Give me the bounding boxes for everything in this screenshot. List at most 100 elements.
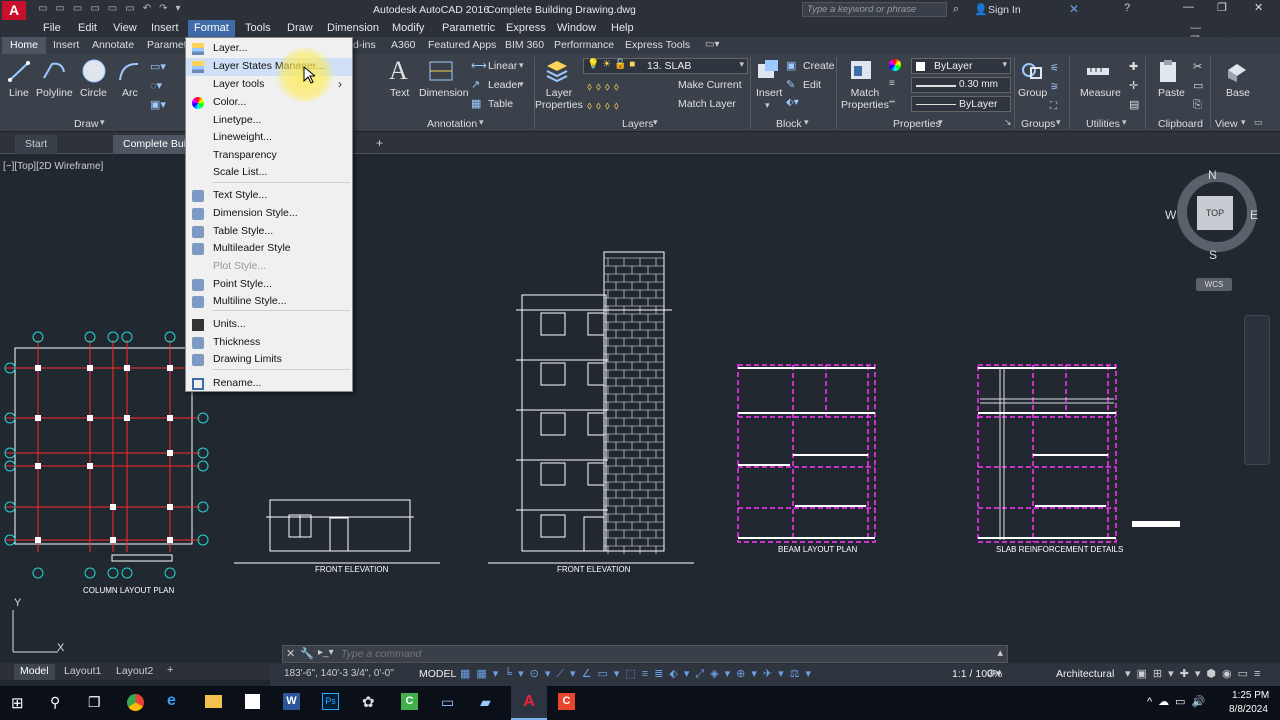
leader-icon[interactable]: ↗ <box>471 78 480 91</box>
camtasia-icon[interactable]: C <box>401 693 418 710</box>
coordinates-readout[interactable]: 183'-6", 140'-3 3/4", 0'-0" <box>284 668 394 679</box>
file-explorer-icon[interactable] <box>205 695 222 708</box>
clock-date[interactable]: 8/8/2024 <box>1229 704 1268 715</box>
compass-east[interactable]: E <box>1250 208 1258 222</box>
panel-properties-dropdown-icon[interactable]: ▾ <box>938 117 943 128</box>
task-view-icon[interactable]: ❐ <box>88 694 101 711</box>
command-up-icon[interactable]: ▴ <box>997 646 1003 659</box>
command-history-icon[interactable]: ▸_▾ <box>318 647 334 658</box>
tab-addins[interactable]: d-ins <box>353 39 376 51</box>
table-icon[interactable]: ▦ <box>471 97 481 110</box>
format-menu-item[interactable]: Rename... <box>186 375 352 393</box>
status-tray-icons[interactable]: ▾▣⊞▾✚▾⬢◉▭≡ <box>1125 667 1266 680</box>
match-properties-icon[interactable] <box>848 58 874 84</box>
paste-button[interactable]: Paste <box>1158 87 1185 99</box>
line-icon[interactable] <box>8 60 30 82</box>
word-icon[interactable]: W <box>283 693 300 710</box>
tab-insert[interactable]: Insert <box>53 39 79 51</box>
menu-modify[interactable]: Modify <box>392 22 424 34</box>
group-icon[interactable] <box>1019 58 1045 84</box>
tab-layout2[interactable]: Layout2 <box>116 665 153 677</box>
recorder-icon[interactable]: C <box>558 693 575 710</box>
leader-dropdown-icon[interactable]: ▾ <box>519 79 524 90</box>
windows-start-icon[interactable]: ⊞ <box>11 694 24 712</box>
match-layer-button[interactable]: Match Layer <box>678 98 736 110</box>
format-menu-item[interactable]: Lineweight... <box>186 129 352 147</box>
linetype-dropdown[interactable]: ByLayer <box>911 96 1011 112</box>
panel-annotation-dropdown-icon[interactable]: ▾ <box>479 117 484 128</box>
format-menu-item[interactable]: Drawing Limits <box>186 351 352 369</box>
polyline-icon[interactable] <box>42 60 68 82</box>
leader-button[interactable]: Leader <box>488 79 521 91</box>
command-input[interactable] <box>341 647 941 661</box>
menu-draw[interactable]: Draw <box>287 22 313 34</box>
properties-launcher-icon[interactable]: ↘ <box>1004 117 1012 128</box>
compass-west[interactable]: W <box>1165 208 1176 222</box>
edge-icon[interactable]: e <box>167 692 176 710</box>
command-line[interactable]: ✕ 🔧 ▸_▾ ▴ <box>282 645 1008 663</box>
format-menu-item[interactable]: Layer... <box>186 40 352 58</box>
monitor-app-icon[interactable]: ▭ <box>441 694 454 711</box>
wcs-menu[interactable]: WCS <box>1196 278 1232 291</box>
viewcube[interactable]: TOP N S W E <box>1165 168 1260 268</box>
base-button[interactable]: Base <box>1226 87 1250 99</box>
quick-access-toolbar[interactable]: ▭▭▭▭▭▭↶↷▾ <box>38 3 198 17</box>
units-readout[interactable]: Architectural <box>1056 668 1114 680</box>
autocad-logo[interactable]: A <box>2 1 26 20</box>
tab-bim360[interactable]: BIM 360 <box>505 39 544 51</box>
format-menu-item[interactable]: Dimension Style... <box>186 205 352 223</box>
binoculars-icon[interactable]: ⌕ <box>953 3 959 16</box>
menu-edit[interactable]: Edit <box>78 22 97 34</box>
panel-block-label[interactable]: Block <box>776 118 802 130</box>
insert-block-icon[interactable] <box>755 58 781 84</box>
format-menu-item[interactable]: Point Style... <box>186 276 352 294</box>
circle-icon[interactable] <box>81 58 107 84</box>
panel-groups-dropdown-icon[interactable]: ▾ <box>1056 117 1061 128</box>
search-taskbar-icon[interactable]: ⚲ <box>50 694 60 711</box>
linear-dropdown-icon[interactable]: ▾ <box>519 60 524 71</box>
panel-view-label[interactable]: View <box>1215 118 1238 130</box>
format-menu-item[interactable]: Color... <box>186 94 352 112</box>
exchange-icon[interactable]: ✕ <box>1069 2 1079 16</box>
chrome-icon[interactable] <box>127 694 144 711</box>
make-current-button[interactable]: Make Current <box>678 79 742 91</box>
layer-tool-icons[interactable]: ⬨⬨⬨⬨ ⬨⬨⬨⬨ <box>587 78 623 116</box>
panel-view-dropdown-icon[interactable]: ▾ <box>1241 117 1246 128</box>
system-tray-icons[interactable]: ^☁▭🔊 <box>1147 695 1211 708</box>
panel-groups-label[interactable]: Groups <box>1021 118 1055 130</box>
compass-south[interactable]: S <box>1209 248 1217 262</box>
table-button[interactable]: Table <box>488 98 513 110</box>
tab-drawing[interactable]: Complete Buil <box>113 135 185 154</box>
create-button[interactable]: Create <box>803 60 835 72</box>
new-tab-icon[interactable]: + <box>376 136 383 150</box>
edit-button[interactable]: Edit <box>803 79 821 91</box>
menu-dimension[interactable]: Dimension <box>327 22 379 34</box>
menu-tools[interactable]: Tools <box>245 22 271 34</box>
tab-start[interactable]: Start <box>15 135 58 154</box>
menu-help[interactable]: Help <box>611 22 634 34</box>
insert-button[interactable]: Insert <box>756 87 782 99</box>
panel-utilities-dropdown-icon[interactable]: ▾ <box>1122 117 1127 128</box>
panel-layers-label[interactable]: Layers <box>622 118 654 130</box>
customize-icon[interactable]: 🔧 <box>300 647 314 660</box>
menu-format[interactable]: Format <box>188 20 235 37</box>
menu-insert[interactable]: Insert <box>151 22 179 34</box>
autocad-taskbar-icon[interactable]: A <box>511 686 547 720</box>
utility-tools-icon[interactable]: ✚ ✛ ▤ <box>1129 58 1139 115</box>
compass-north[interactable]: N <box>1208 168 1217 182</box>
tab-a360[interactable]: A360 <box>391 39 416 51</box>
text-icon[interactable]: A <box>389 56 408 86</box>
layer-dropdown[interactable]: 💡 ☀ 🔓 ■ 13. SLAB ▾ <box>583 58 748 74</box>
draw-small-tools[interactable]: ▭▾ ◌▾ ▣▾ <box>150 58 166 115</box>
format-menu-item[interactable]: Multiline Style... <box>186 293 352 311</box>
format-menu-item[interactable]: Table Style... <box>186 223 352 241</box>
layer-properties-icon[interactable] <box>544 58 570 84</box>
photoshop-icon[interactable]: Ps <box>322 693 339 710</box>
search-box[interactable]: Type a keyword or phrase <box>802 2 947 17</box>
insert-dropdown-icon[interactable]: ▾ <box>765 100 770 111</box>
menu-view[interactable]: View <box>113 22 137 34</box>
notes-app-icon[interactable]: ▰ <box>480 694 491 711</box>
layer-properties-button[interactable]: Layer Properties <box>535 87 583 111</box>
tab-annotate[interactable]: Annotate <box>92 39 134 51</box>
help-icon[interactable]: ? <box>1124 2 1130 14</box>
